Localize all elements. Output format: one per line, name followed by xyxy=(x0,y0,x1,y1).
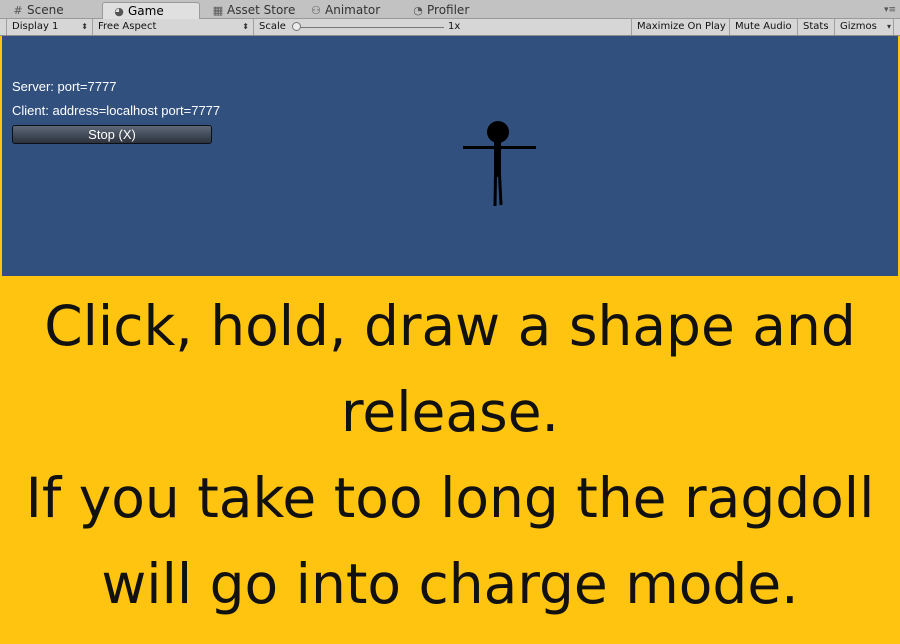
stats-toggle[interactable]: Stats xyxy=(798,19,835,35)
maximize-on-play-toggle[interactable]: Maximize On Play xyxy=(632,19,730,35)
store-icon: ▦ xyxy=(212,4,224,17)
tab-scene-label: Scene xyxy=(27,3,64,17)
client-status-text: Client: address=localhost port=7777 xyxy=(12,103,221,118)
scale-slider-knob[interactable] xyxy=(292,22,301,31)
instruction-line-4: will go into charge mode. xyxy=(101,552,799,616)
tab-game[interactable]: ◕ Game xyxy=(102,2,200,19)
tab-scene[interactable]: # Scene xyxy=(8,2,68,19)
tab-animator-label: Animator xyxy=(325,3,381,17)
tab-game-label: Game xyxy=(128,4,164,18)
tab-profiler-label: Profiler xyxy=(427,3,470,17)
instruction-line-2: release. xyxy=(340,380,560,444)
gizmos-dropdown[interactable]: Gizmos ▾ xyxy=(835,19,894,35)
stop-button[interactable]: Stop (X) xyxy=(12,125,212,144)
aspect-dropdown[interactable]: Free Aspect ⬍ xyxy=(93,19,254,35)
display-dropdown-label: Display 1 xyxy=(12,21,59,32)
stick-figure-ragdoll[interactable] xyxy=(458,118,538,210)
tab-animator[interactable]: ⚇ Animator xyxy=(306,2,384,19)
dropdown-arrow-icon: ▾ xyxy=(886,22,891,31)
gizmos-label: Gizmos xyxy=(840,21,877,32)
animator-icon: ⚇ xyxy=(311,4,321,17)
tab-profiler[interactable]: ◔ Profiler xyxy=(408,2,473,19)
ragdoll-torso xyxy=(494,141,501,177)
dropdown-arrows-icon: ⬍ xyxy=(81,22,88,31)
display-dropdown[interactable]: Display 1 ⬍ xyxy=(6,19,93,35)
mute-audio-toggle[interactable]: Mute Audio xyxy=(730,19,798,35)
instructions-panel: Click, hold, draw a shape and release. I… xyxy=(0,283,900,627)
scale-label: Scale xyxy=(259,21,286,32)
scale-slider-track[interactable] xyxy=(296,27,444,28)
pacman-icon: ◕ xyxy=(114,5,124,18)
tab-menu-icon[interactable]: ▾≡ xyxy=(884,5,896,15)
server-status-text: Server: port=7777 xyxy=(12,79,117,94)
instruction-line-1: Click, hold, draw a shape and xyxy=(44,294,856,358)
game-view[interactable]: Server: port=7777 Client: address=localh… xyxy=(2,36,898,276)
game-toolbar: Display 1 ⬍ Free Aspect ⬍ Scale 1x Maxim… xyxy=(0,19,900,36)
aspect-dropdown-label: Free Aspect xyxy=(98,21,157,32)
scale-value: 1x xyxy=(448,21,461,32)
instruction-line-3: If you take too long the ragdoll xyxy=(25,466,875,530)
ragdoll-head xyxy=(487,121,509,143)
grid-icon: # xyxy=(13,4,23,17)
ragdoll-right-leg xyxy=(498,174,503,206)
ragdoll-left-leg xyxy=(493,174,497,207)
profiler-icon: ◔ xyxy=(413,4,423,17)
tab-asset-store[interactable]: ▦ Asset Store xyxy=(208,2,299,19)
dropdown-arrows-icon: ⬍ xyxy=(242,22,249,31)
editor-tab-bar: # Scene ◕ Game ▦ Asset Store ⚇ Animator ◔ Pro… xyxy=(0,0,900,19)
tab-asset-store-label: Asset Store xyxy=(227,3,296,17)
